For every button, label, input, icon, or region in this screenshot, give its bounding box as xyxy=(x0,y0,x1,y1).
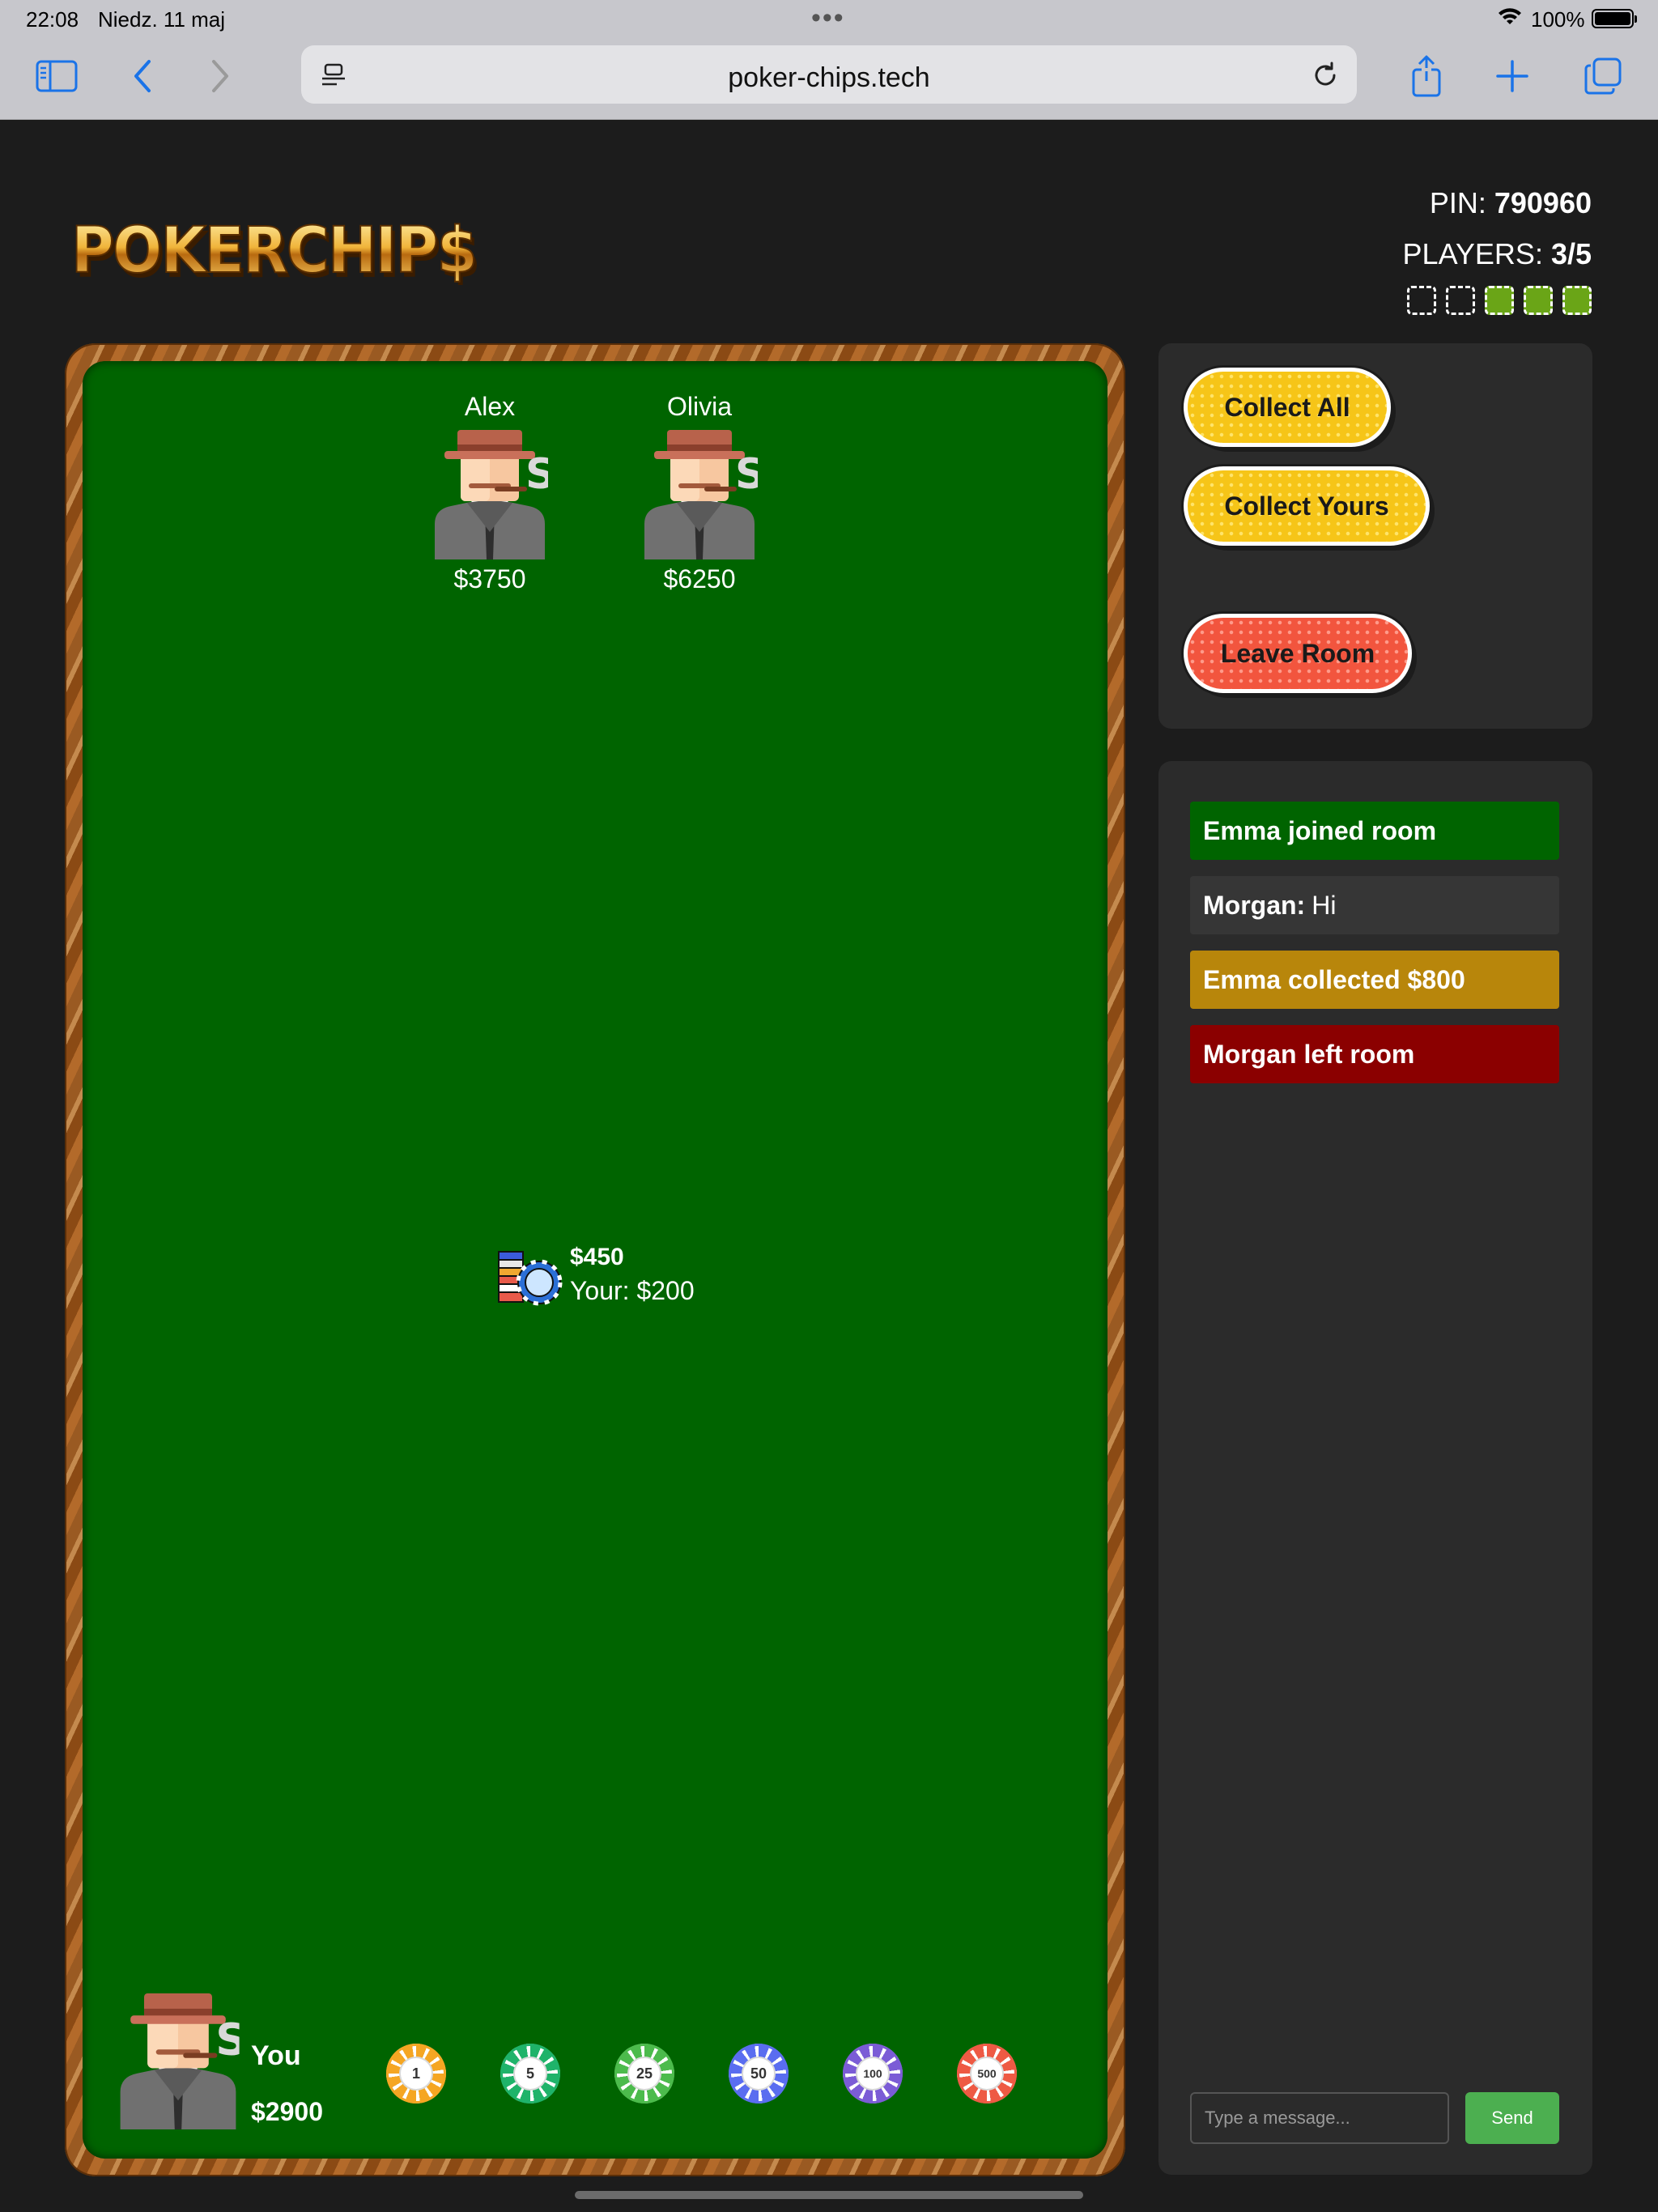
multitasking-dots-icon[interactable]: ••• xyxy=(811,2,845,34)
chip-value-label: 50 xyxy=(742,2057,776,2091)
player-money: $6250 xyxy=(663,564,736,593)
chat-message-join: Emma joined room xyxy=(1190,802,1559,860)
wifi-icon xyxy=(1499,8,1521,24)
chat-sender: Morgan: xyxy=(1203,890,1306,920)
player-name: Olivia xyxy=(666,392,732,421)
player-slots xyxy=(1407,286,1592,315)
player-slot-empty xyxy=(1407,286,1436,315)
players-label: PLAYERS: xyxy=(1402,237,1551,270)
chat-message-collect: Emma collected $800 xyxy=(1190,951,1559,1009)
url-text: poker-chips.tech xyxy=(728,62,930,93)
logo-text: POKERCHIP$ xyxy=(71,215,476,285)
chip-value-label: 5 xyxy=(513,2057,547,2091)
pin-label: PIN: xyxy=(1429,186,1494,219)
player-money: $3750 xyxy=(453,564,526,593)
player-slot-empty xyxy=(1446,286,1475,315)
reload-icon[interactable] xyxy=(1310,60,1341,91)
collect-yours-button[interactable]: Collect Yours xyxy=(1184,466,1430,546)
chat-text: Hi xyxy=(1312,890,1337,920)
status-time: 22:08 xyxy=(26,7,79,32)
chip-value-label: 1 xyxy=(399,2057,433,2091)
collect-all-button[interactable]: Collect All xyxy=(1184,368,1391,447)
players-value: 3/5 xyxy=(1550,237,1592,270)
player-name: Alex xyxy=(464,392,516,421)
status-bar: 22:08 Niedz. 11 maj ••• 100% xyxy=(0,0,1658,39)
pin-value: 790960 xyxy=(1494,186,1592,219)
address-bar[interactable]: poker-chips.tech xyxy=(301,45,1357,104)
player-slot-filled xyxy=(1562,286,1592,315)
chip-50[interactable]: 50 xyxy=(729,2044,789,2104)
chip-25[interactable]: 25 xyxy=(614,2044,674,2104)
chip-value-label: 25 xyxy=(627,2057,661,2091)
chip-value-label: 100 xyxy=(856,2057,890,2091)
send-button[interactable]: Send xyxy=(1465,2092,1559,2144)
chip-5[interactable]: 5 xyxy=(500,2044,560,2104)
my-avatar-icon xyxy=(113,1993,243,2129)
pot[interactable]: $450 Your: $200 xyxy=(495,1244,835,1308)
gangster-avatar-icon xyxy=(432,430,548,559)
chip-500[interactable]: 500 xyxy=(957,2044,1017,2104)
pot-yours: Your: $200 xyxy=(570,1276,695,1305)
opponent-olivia[interactable]: Olivia $6250 xyxy=(619,392,780,594)
status-date: Niedz. 11 maj xyxy=(98,7,226,32)
chat-message: Morgan: Hi xyxy=(1190,876,1559,934)
sidebar-toggle-icon[interactable] xyxy=(34,57,79,96)
share-icon[interactable] xyxy=(1404,55,1449,97)
chat-input[interactable] xyxy=(1190,2092,1449,2144)
pokerchips-logo: POKERCHIP$ POKERCHIP$ xyxy=(70,214,481,285)
player-slot-filled xyxy=(1524,286,1553,315)
leave-room-button[interactable]: Leave Room xyxy=(1184,614,1412,693)
chat-message-leave: Morgan left room xyxy=(1190,1025,1559,1083)
my-name: You xyxy=(251,2040,301,2071)
chip-value-label: 500 xyxy=(970,2057,1004,2091)
battery-percent: 100% xyxy=(1531,7,1585,32)
chip-100[interactable]: 100 xyxy=(843,2044,903,2104)
forward-icon[interactable] xyxy=(198,57,243,96)
battery-icon xyxy=(1592,9,1637,28)
room-pin: PIN: 790960 xyxy=(1430,186,1592,220)
home-indicator[interactable] xyxy=(575,2191,1083,2199)
pot-total: $450 xyxy=(570,1244,624,1270)
tab-overview-icon[interactable] xyxy=(1580,57,1626,96)
players-count: PLAYERS: 3/5 xyxy=(1403,237,1592,271)
browser-toolbar: poker-chips.tech xyxy=(0,39,1658,120)
my-money: $2900 xyxy=(251,2097,323,2126)
chip-stack-icon xyxy=(498,1251,563,1306)
new-tab-icon[interactable] xyxy=(1490,57,1535,96)
player-slot-filled xyxy=(1485,286,1514,315)
back-icon[interactable] xyxy=(120,57,165,96)
gangster-avatar-icon xyxy=(641,430,758,559)
opponent-alex[interactable]: Alex $3750 xyxy=(409,392,571,594)
chip-1[interactable]: 1 xyxy=(386,2044,446,2104)
